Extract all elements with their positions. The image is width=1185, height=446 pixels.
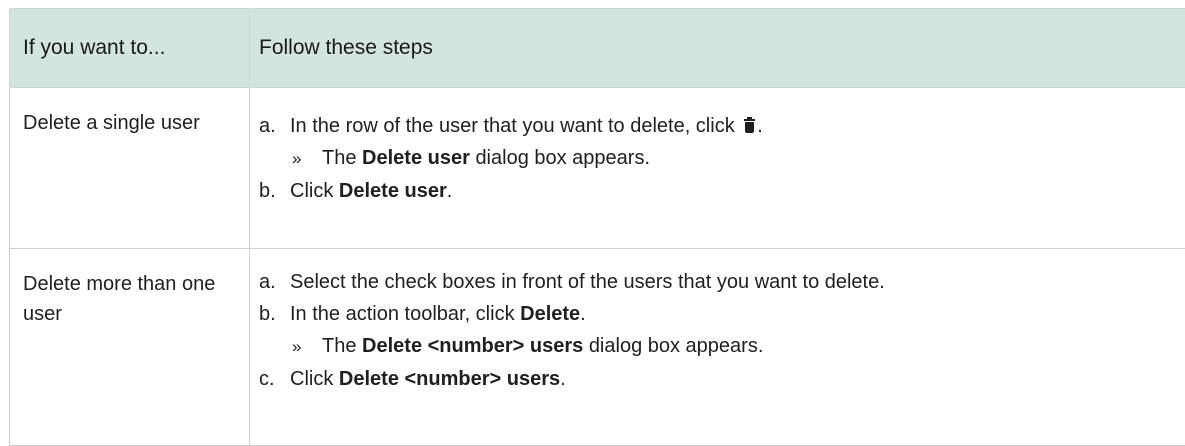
- step-item: a. In the row of the user that you want …: [259, 110, 1175, 142]
- table-header-row: If you want to... Follow these steps: [10, 9, 1185, 88]
- result-text: The Delete <number> users dialog box app…: [322, 330, 763, 362]
- step-text-after: .: [560, 368, 566, 390]
- condition-cell: Delete a single user: [10, 88, 250, 249]
- step-marker: a.: [259, 110, 290, 142]
- step-text-after: .: [580, 303, 586, 325]
- result-text-before: The: [322, 335, 356, 357]
- steps-table: If you want to... Follow these steps Del…: [9, 8, 1185, 446]
- step-result: » The Delete user dialog box appears.: [259, 142, 1175, 175]
- step-text: Click Delete user.: [290, 175, 452, 207]
- step-text: Click Delete <number> users.: [290, 363, 566, 395]
- step-ui-label: Delete <number> users: [339, 368, 560, 390]
- step-ui-label: Delete user: [339, 180, 447, 202]
- step-item: c. Click Delete <number> users.: [259, 363, 1175, 395]
- result-text: The Delete user dialog box appears.: [322, 142, 650, 174]
- step-item: b. Click Delete user.: [259, 175, 1175, 207]
- result-text-before: The: [322, 147, 356, 169]
- column-header-steps: Follow these steps: [250, 9, 1185, 88]
- step-marker: b.: [259, 298, 290, 330]
- steps-cell: a. In the row of the user that you want …: [250, 88, 1185, 249]
- step-text: In the row of the user that you want to …: [290, 110, 763, 142]
- step-text-before: Click: [290, 180, 333, 202]
- step-text-before: In the row of the user that you want to …: [290, 115, 735, 137]
- result-arrow-icon: »: [290, 331, 322, 363]
- step-text-after: .: [757, 115, 763, 137]
- result-ui-label: Delete user: [362, 147, 470, 169]
- table-row: Delete a single user a. In the row of th…: [10, 88, 1185, 249]
- step-text-before: Click: [290, 368, 333, 390]
- result-text-after: dialog box appears.: [475, 147, 650, 169]
- result-arrow-icon: »: [290, 143, 322, 175]
- result-text-after: dialog box appears.: [589, 335, 764, 357]
- step-marker: b.: [259, 175, 290, 207]
- step-item: a. Select the check boxes in front of th…: [259, 266, 1175, 298]
- step-text: Select the check boxes in front of the u…: [290, 266, 885, 298]
- steps-cell: a. Select the check boxes in front of th…: [250, 249, 1185, 446]
- step-text-before: In the action toolbar, click: [290, 303, 515, 325]
- step-marker: a.: [259, 266, 290, 298]
- condition-cell: Delete more than one user: [10, 249, 250, 446]
- table-row: Delete more than one user a. Select the …: [10, 249, 1185, 446]
- step-item: b. In the action toolbar, click Delete.: [259, 298, 1175, 330]
- step-text-after: .: [447, 180, 453, 202]
- result-ui-label: Delete <number> users: [362, 335, 583, 357]
- step-marker: c.: [259, 363, 290, 395]
- trash-icon: [744, 118, 755, 133]
- step-result: » The Delete <number> users dialog box a…: [259, 330, 1175, 363]
- step-ui-label: Delete: [520, 303, 580, 325]
- column-header-condition: If you want to...: [10, 9, 250, 88]
- step-text: In the action toolbar, click Delete.: [290, 298, 586, 330]
